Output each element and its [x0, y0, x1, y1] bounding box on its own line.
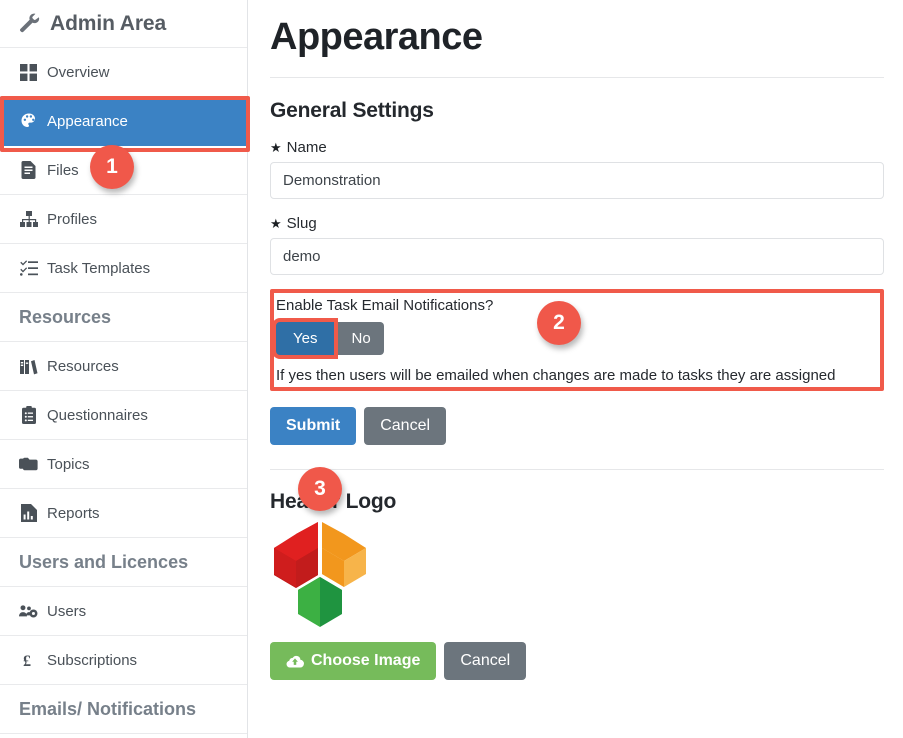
cloud-upload-icon: [286, 654, 304, 668]
slug-field-label: ★ Slug: [270, 215, 887, 232]
sidebar: Admin Area Overview Appearance: [0, 0, 248, 738]
svg-text:£: £: [23, 653, 31, 669]
sidebar-section-label: Resources: [19, 307, 111, 328]
sidebar-section-label: Emails/ Notifications: [19, 699, 196, 720]
palette-icon: [19, 112, 38, 131]
sidebar-title: Admin Area: [50, 12, 166, 36]
grid-icon: [19, 63, 38, 82]
header-logo-title: Header Logo: [270, 490, 887, 514]
admin-appearance-page: Admin Area Overview Appearance: [0, 0, 903, 738]
wrench-icon: [19, 13, 41, 35]
task-list-icon: [19, 259, 38, 278]
users-cog-icon: [19, 602, 38, 621]
logo-cancel-button[interactable]: Cancel: [444, 642, 526, 680]
sidebar-item-users[interactable]: Users: [0, 587, 247, 636]
sidebar-item-resources[interactable]: Resources: [0, 342, 247, 391]
pound-sign-icon: £: [19, 651, 38, 670]
callout-badge-1: 1: [90, 145, 134, 189]
sidebar-item-questionnaires[interactable]: Questionnaires: [0, 391, 247, 440]
sitemap-icon: [19, 210, 38, 229]
sidebar-item-label: Profiles: [47, 212, 97, 227]
form-actions: Submit Cancel: [270, 407, 887, 445]
sidebar-item-label: Subscriptions: [47, 653, 137, 668]
sidebar-section-resources: Resources: [0, 293, 247, 342]
sidebar-item-subscriptions[interactable]: £ Subscriptions: [0, 636, 247, 685]
sidebar-item-label: Files: [47, 163, 79, 178]
submit-button[interactable]: Submit: [270, 407, 356, 445]
sidebar-item-label: Reports: [47, 506, 100, 521]
sidebar-item-label: Users: [47, 604, 86, 619]
sidebar-section-emails-notifications: Emails/ Notifications: [0, 685, 247, 734]
name-input[interactable]: [270, 162, 884, 199]
sidebar-header: Admin Area: [0, 0, 247, 48]
notifications-yes-button[interactable]: Yes: [276, 322, 334, 355]
folder-icon: [19, 455, 38, 474]
sidebar-section-label: Users and Licences: [19, 552, 188, 573]
sidebar-item-task-templates[interactable]: Task Templates: [0, 244, 247, 293]
notifications-help-text: If yes then users will be emailed when c…: [276, 367, 876, 384]
sidebar-item-label: Resources: [47, 359, 119, 374]
section-divider: [270, 469, 884, 470]
books-icon: [19, 357, 38, 376]
page-title: Appearance: [270, 15, 887, 61]
main-content: Appearance General Settings ★ Name ★ Slu…: [248, 0, 903, 738]
notifications-block: Enable Task Email Notifications? Yes No …: [270, 289, 884, 391]
slug-label-text: Slug: [287, 215, 317, 232]
sidebar-item-label: Topics: [47, 457, 90, 472]
sidebar-item-reports[interactable]: Reports: [0, 489, 247, 538]
choose-image-label: Choose Image: [311, 642, 420, 680]
sidebar-item-label: Questionnaires: [47, 408, 148, 423]
cancel-button[interactable]: Cancel: [364, 407, 446, 445]
sidebar-section-users-and-licences: Users and Licences: [0, 538, 247, 587]
logo-upload-actions: Choose Image Cancel: [270, 642, 887, 680]
callout-badge-2: 2: [537, 301, 581, 345]
sidebar-item-appearance[interactable]: Appearance: [0, 97, 247, 146]
slug-input[interactable]: [270, 238, 884, 275]
notifications-toggle-group[interactable]: Yes No: [276, 322, 384, 355]
general-settings-title: General Settings: [270, 99, 887, 123]
file-icon: [19, 161, 38, 180]
sidebar-item-profiles[interactable]: Profiles: [0, 195, 247, 244]
bar-chart-icon: [19, 504, 38, 523]
name-field-label: ★ Name: [270, 139, 887, 156]
name-label-text: Name: [287, 139, 327, 156]
sidebar-item-label: Task Templates: [47, 261, 150, 276]
sidebar-item-label: Appearance: [47, 114, 128, 129]
notifications-no-button[interactable]: No: [334, 322, 383, 355]
required-star-icon: ★: [270, 141, 282, 154]
sidebar-item-topics[interactable]: Topics: [0, 440, 247, 489]
clipboard-list-icon: [19, 406, 38, 425]
title-divider: [270, 77, 884, 78]
hexagon-logo: [270, 521, 370, 629]
sidebar-item-overview[interactable]: Overview: [0, 48, 247, 97]
choose-image-button[interactable]: Choose Image: [270, 642, 436, 680]
sidebar-item-label: Overview: [47, 65, 110, 80]
callout-badge-3: 3: [298, 467, 342, 511]
required-star-icon: ★: [270, 217, 282, 230]
